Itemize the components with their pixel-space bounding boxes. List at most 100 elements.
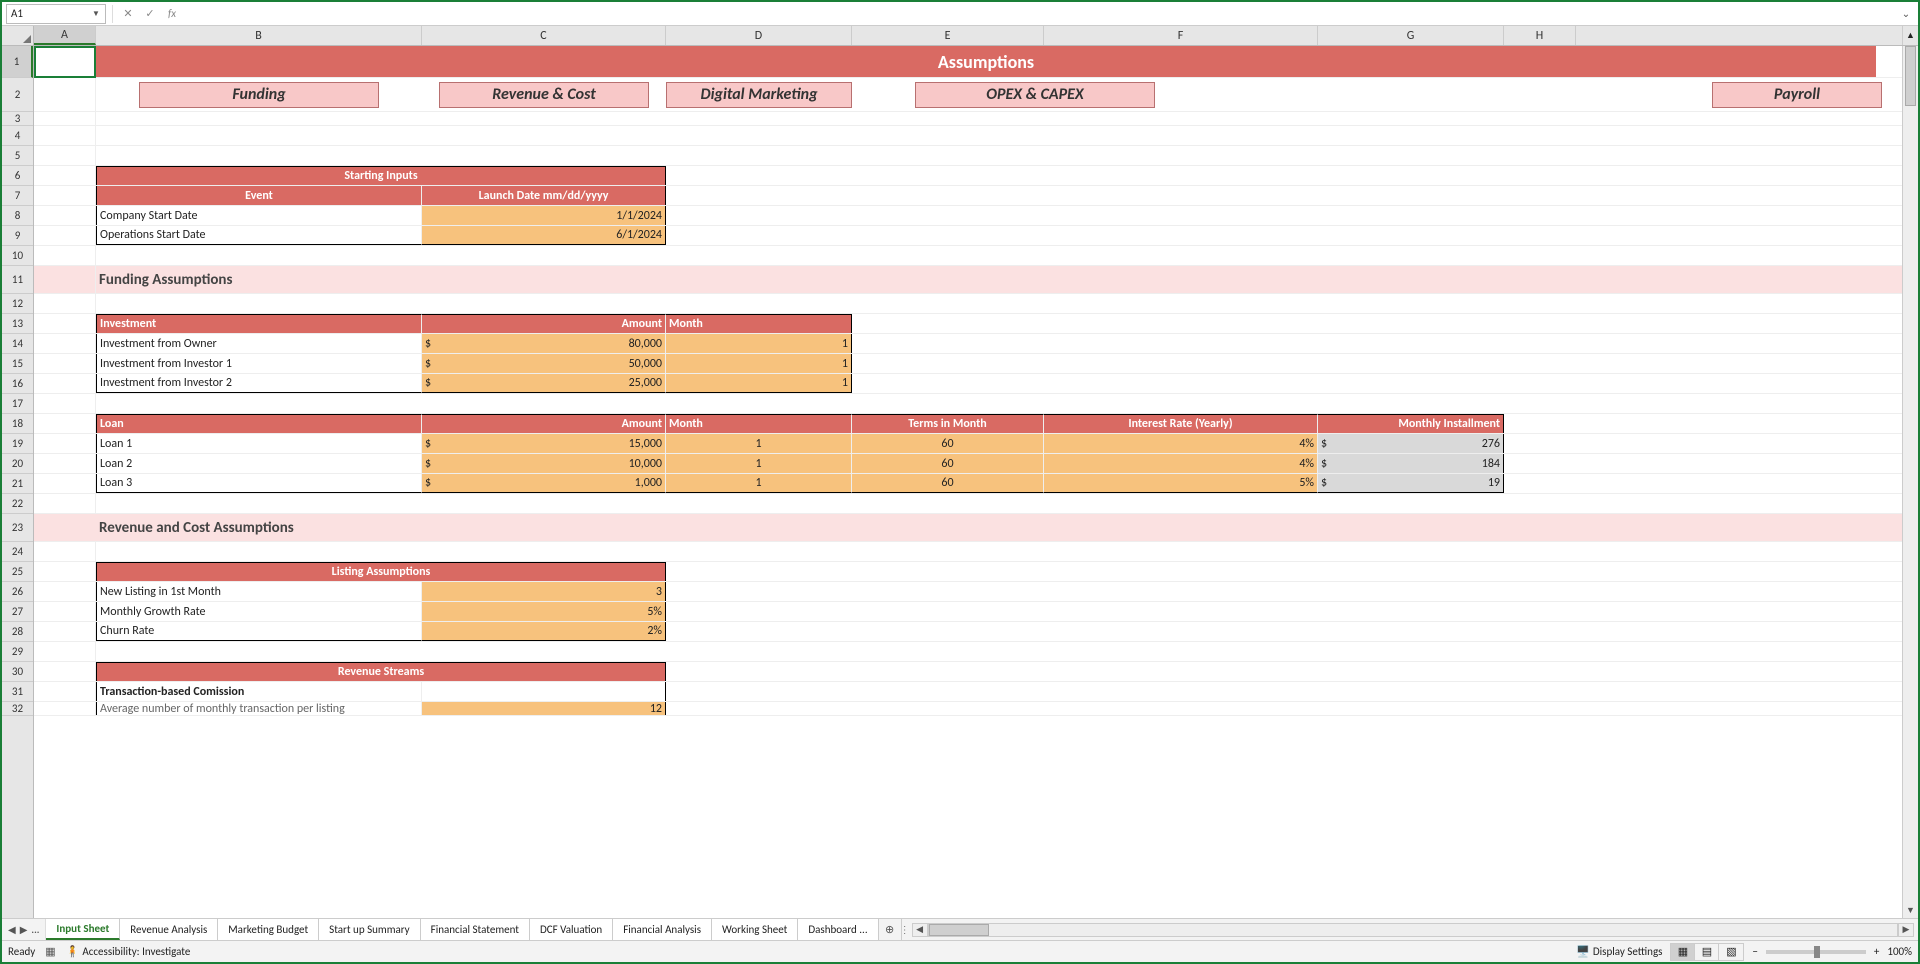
col-header-A[interactable]: A [34,26,96,45]
scroll-down-icon[interactable]: ▼ [1903,902,1918,918]
row-header-17[interactable]: 17 [2,394,33,414]
name-box[interactable]: A1 ▼ [6,4,106,24]
sheet-tab-dcf-valuation[interactable]: DCF Valuation [530,919,613,940]
hscroll-thumb[interactable] [929,924,989,936]
investment-amount[interactable]: $80,000 [422,334,666,353]
loan-amount[interactable]: $1,000 [422,474,666,493]
row-header-18[interactable]: 18 [2,414,33,434]
row-header-1[interactable]: 1 [2,46,33,78]
zoom-level[interactable]: 100% [1887,945,1912,958]
tab-payroll[interactable]: Payroll [1712,82,1882,108]
listing-value[interactable]: 5% [422,602,666,621]
row-header-27[interactable]: 27 [2,602,33,622]
hscroll-left-icon[interactable]: ◀ [912,923,928,937]
event-value[interactable]: Operations Start Date [96,226,422,245]
select-all-corner[interactable] [2,26,34,45]
scroll-up-icon[interactable]: ▲ [1902,26,1918,45]
zoom-out-icon[interactable]: − [1752,945,1757,958]
loan-amount[interactable]: $15,000 [422,434,666,453]
loan-month[interactable]: 1 [666,454,852,473]
row-header-25[interactable]: 25 [2,562,33,582]
sheet-tab-marketing-budget[interactable]: Marketing Budget [218,919,319,940]
view-normal-icon[interactable]: ▦ [1671,944,1695,960]
row-header-7[interactable]: 7 [2,186,33,206]
investment-name[interactable]: Investment from Investor 2 [96,374,422,393]
loan-rate[interactable]: 5% [1044,474,1318,493]
listing-value[interactable]: 2% [422,622,666,641]
view-page-layout-icon[interactable]: ▤ [1695,944,1719,960]
zoom-thumb[interactable] [1814,946,1820,958]
investment-month[interactable]: 1 [666,334,852,353]
loan-installment[interactable]: $19 [1318,474,1504,493]
col-header-E[interactable]: E [852,26,1044,45]
row-header-24[interactable]: 24 [2,542,33,562]
cell-grid[interactable]: Assumptions Funding Revenue & Cost Digit… [34,46,1902,918]
row-header-31[interactable]: 31 [2,682,33,702]
name-box-dropdown-icon[interactable]: ▼ [91,7,101,21]
tab-revenue-cost[interactable]: Revenue & Cost [439,82,649,108]
view-page-break-icon[interactable]: ▧ [1719,944,1743,960]
row-header-22[interactable]: 22 [2,494,33,514]
row-header-19[interactable]: 19 [2,434,33,454]
display-settings-button[interactable]: 🖥️Display Settings [1576,945,1662,958]
row-header-21[interactable]: 21 [2,474,33,494]
sheet-tab-revenue-analysis[interactable]: Revenue Analysis [120,919,218,940]
hscroll-right-icon[interactable]: ▶ [1898,923,1914,937]
cell-A1[interactable] [34,46,96,77]
accessibility-status[interactable]: 🧍Accessibility: Investigate [66,945,191,958]
listing-name[interactable]: Churn Rate [96,622,422,641]
col-header-H[interactable]: H [1504,26,1576,45]
sheet-tab-startup-summary[interactable]: Start up Summary [319,919,420,940]
row-header-32[interactable]: 32 [2,702,33,716]
sheet-tab-dashboard[interactable]: Dashboard ... [798,919,878,940]
loan-rate[interactable]: 4% [1044,434,1318,453]
sheet-tab-financial-analysis[interactable]: Financial Analysis [613,919,712,940]
row-header-5[interactable]: 5 [2,146,33,166]
investment-name[interactable]: Investment from Investor 1 [96,354,422,373]
row-header-4[interactable]: 4 [2,126,33,146]
row-header-16[interactable]: 16 [2,374,33,394]
loan-terms[interactable]: 60 [852,474,1044,493]
event-value[interactable]: Company Start Date [96,206,422,225]
cancel-icon[interactable]: ✕ [119,5,137,23]
tab-funding[interactable]: Funding [139,82,379,108]
col-header-C[interactable]: C [422,26,666,45]
row-header-29[interactable]: 29 [2,642,33,662]
loan-month[interactable]: 1 [666,434,852,453]
fx-icon[interactable]: fx [163,5,181,23]
loan-name[interactable]: Loan 3 [96,474,422,493]
row-header-12[interactable]: 12 [2,294,33,314]
col-header-D[interactable]: D [666,26,852,45]
add-sheet-icon[interactable]: ⊕ [879,919,901,940]
loan-installment[interactable]: $184 [1318,454,1504,473]
confirm-icon[interactable]: ✓ [141,5,159,23]
row-header-10[interactable]: 10 [2,246,33,266]
sheet-tab-input[interactable]: Input Sheet [46,919,120,940]
investment-month[interactable]: 1 [666,374,852,393]
loan-amount[interactable]: $10,000 [422,454,666,473]
avg-monthly-tx-value[interactable]: 12 [422,702,666,715]
loan-installment[interactable]: $276 [1318,434,1504,453]
formula-input[interactable] [185,4,1894,24]
row-header-28[interactable]: 28 [2,622,33,642]
col-header-B[interactable]: B [96,26,422,45]
row-header-3[interactable]: 3 [2,112,33,126]
vertical-scrollbar[interactable]: ▼ [1902,46,1918,918]
investment-amount[interactable]: $25,000 [422,374,666,393]
loan-rate[interactable]: 4% [1044,454,1318,473]
loan-terms[interactable]: 60 [852,454,1044,473]
col-header-G[interactable]: G [1318,26,1504,45]
sheet-tab-financial-statement[interactable]: Financial Statement [421,919,530,940]
row-header-15[interactable]: 15 [2,354,33,374]
row-header-13[interactable]: 13 [2,314,33,334]
row-header-2[interactable]: 2 [2,78,33,112]
row-header-23[interactable]: 23 [2,514,33,542]
horizontal-scrollbar[interactable]: ◀ ▶ [908,919,1918,940]
tab-prev-icon[interactable]: ◀ [8,923,16,936]
formula-expand-icon[interactable]: ⌄ [1898,7,1914,20]
row-header-26[interactable]: 26 [2,582,33,602]
row-header-8[interactable]: 8 [2,206,33,226]
loan-name[interactable]: Loan 1 [96,434,422,453]
zoom-in-icon[interactable]: + [1874,945,1879,958]
avg-monthly-tx-name[interactable]: Average number of monthly transaction pe… [96,702,422,715]
